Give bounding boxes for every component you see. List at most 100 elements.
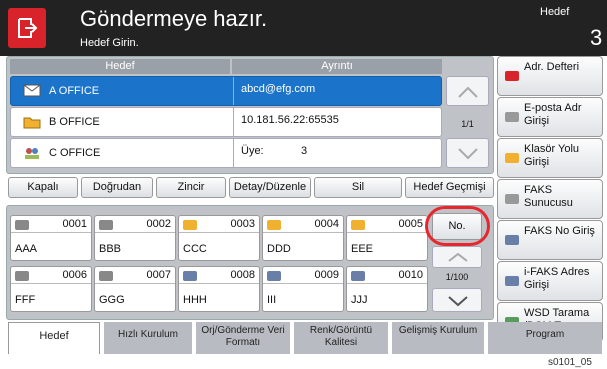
- address-book-icon: [505, 71, 519, 81]
- folder-icon: [267, 220, 281, 230]
- button-label: Klasör Yolu Girişi: [524, 143, 580, 168]
- one-touch-key[interactable]: 0010 JJJ: [346, 266, 428, 312]
- fax-server-icon: [505, 194, 519, 204]
- one-touch-key[interactable]: 0008 HHH: [178, 266, 260, 312]
- list-item-name: B OFFICE: [49, 116, 100, 128]
- divider: [179, 232, 259, 233]
- key-name: EEE: [351, 243, 374, 255]
- list-item-name: C OFFICE: [49, 147, 101, 159]
- one-touch-key[interactable]: 0006 FFF: [10, 266, 92, 312]
- page-subtitle: Hedef Girin.: [80, 37, 139, 49]
- divider: [95, 232, 175, 233]
- destination-history-button[interactable]: Hedef Geçmişi: [405, 177, 494, 198]
- divider: [263, 283, 343, 284]
- key-number: 0001: [62, 218, 87, 230]
- list-item-detail: 10.181.56.22:65535: [241, 114, 339, 126]
- column-header-destination: Hedef: [10, 59, 230, 74]
- key-number: 0004: [314, 218, 339, 230]
- email-icon: [15, 271, 29, 281]
- ifax-address-button[interactable]: i-FAKS Adres Girişi: [497, 261, 603, 301]
- member-count: 3: [301, 145, 308, 157]
- onetouch-scroll-down-button[interactable]: [432, 288, 482, 312]
- key-name: DDD: [267, 243, 291, 255]
- email-icon: [99, 220, 113, 230]
- key-number: 0006: [62, 269, 87, 281]
- key-name: GGG: [99, 294, 125, 306]
- key-number: 0002: [146, 218, 171, 230]
- tab-destination[interactable]: Hedef: [8, 322, 100, 354]
- email-icon: [505, 112, 519, 122]
- folder-path-button[interactable]: Klasör Yolu Girişi: [497, 138, 603, 178]
- divider: [263, 232, 343, 233]
- divider: [347, 283, 427, 284]
- key-number: 0010: [398, 269, 423, 281]
- key-name: III: [267, 294, 277, 306]
- tab-quick-setup[interactable]: Hızlı Kurulum: [104, 322, 192, 354]
- folder-icon: [505, 153, 519, 163]
- tab-color-quality[interactable]: Renk/Görüntü Kalitesi: [294, 322, 388, 354]
- scroll-up-button[interactable]: [446, 76, 489, 106]
- divider: [233, 108, 234, 136]
- tab-program[interactable]: Program: [488, 322, 602, 354]
- email-icon: [23, 84, 41, 97]
- list-item[interactable]: C OFFICE Üye: 3: [10, 138, 442, 168]
- fax-server-button[interactable]: FAKS Sunucusu: [497, 179, 603, 219]
- page-indicator: 1/1: [461, 119, 474, 129]
- key-name: BBB: [99, 243, 122, 255]
- key-number: 0009: [314, 269, 339, 281]
- divider: [95, 283, 175, 284]
- chevron-down-icon: [448, 296, 468, 307]
- exit-icon: [18, 18, 38, 38]
- button-label: FAKS Sunucusu: [524, 184, 573, 209]
- divider: [179, 283, 259, 284]
- chevron-up-icon: [448, 252, 468, 262]
- one-touch-key[interactable]: 0002 BBB: [94, 215, 176, 261]
- folder-icon: [183, 220, 197, 230]
- one-touch-key[interactable]: 0009 III: [262, 266, 344, 312]
- key-number: 0005: [398, 218, 423, 230]
- key-number: 0008: [230, 269, 255, 281]
- fax-number-button[interactable]: FAKS No Giriş: [497, 220, 603, 260]
- chevron-up-icon: [458, 86, 478, 98]
- one-touch-key[interactable]: 0007 GGG: [94, 266, 176, 312]
- chain-button[interactable]: Zincir: [156, 177, 226, 198]
- home-button[interactable]: [8, 8, 46, 48]
- address-book-button[interactable]: Adr. Defteri: [497, 56, 603, 96]
- key-name: AAA: [15, 243, 38, 255]
- key-name: FFF: [15, 294, 36, 306]
- button-label: i-FAKS Adres Girişi: [524, 266, 590, 291]
- divider: [233, 77, 234, 105]
- chevron-down-icon: [458, 148, 478, 160]
- divider: [347, 232, 427, 233]
- folder-icon: [23, 117, 41, 129]
- button-label: E-posta Adr Girişi: [524, 102, 582, 127]
- onetouch-page-indicator: 1/100: [445, 272, 469, 282]
- divider: [11, 283, 91, 284]
- tab-original-format[interactable]: Orj/Gönderme Veri Formatı: [196, 322, 290, 354]
- email-icon: [15, 220, 29, 230]
- fax-icon: [183, 271, 197, 281]
- email-icon: [99, 271, 113, 281]
- list-item-detail: abcd@efg.com: [241, 83, 316, 95]
- list-item[interactable]: B OFFICE 10.181.56.22:65535: [10, 107, 442, 137]
- ifax-icon: [505, 276, 519, 286]
- email-entry-button[interactable]: E-posta Adr Girişi: [497, 97, 603, 137]
- one-touch-key[interactable]: 0004 DDD: [262, 215, 344, 261]
- close-button[interactable]: Kapalı: [8, 177, 78, 198]
- onetouch-scroll-up-button[interactable]: [432, 246, 482, 268]
- fax-icon: [351, 271, 365, 281]
- divider: [233, 139, 234, 167]
- list-item[interactable]: A OFFICE abcd@efg.com: [10, 76, 442, 106]
- button-label: Adr. Defteri: [524, 61, 580, 73]
- one-touch-key[interactable]: 0005 EEE: [346, 215, 428, 261]
- highlight-circle: [425, 206, 490, 246]
- delete-button[interactable]: Sil: [314, 177, 402, 198]
- direct-button[interactable]: Doğrudan: [81, 177, 153, 198]
- key-number: 0007: [146, 269, 171, 281]
- one-touch-key[interactable]: 0003 CCC: [178, 215, 260, 261]
- one-touch-key[interactable]: 0001 AAA: [10, 215, 92, 261]
- page-title: Göndermeye hazır.: [80, 6, 268, 31]
- tab-advanced-setup[interactable]: Gelişmiş Kurulum: [392, 322, 484, 354]
- detail-edit-button[interactable]: Detay/Düzenle: [229, 177, 311, 198]
- scroll-down-button[interactable]: [446, 138, 489, 168]
